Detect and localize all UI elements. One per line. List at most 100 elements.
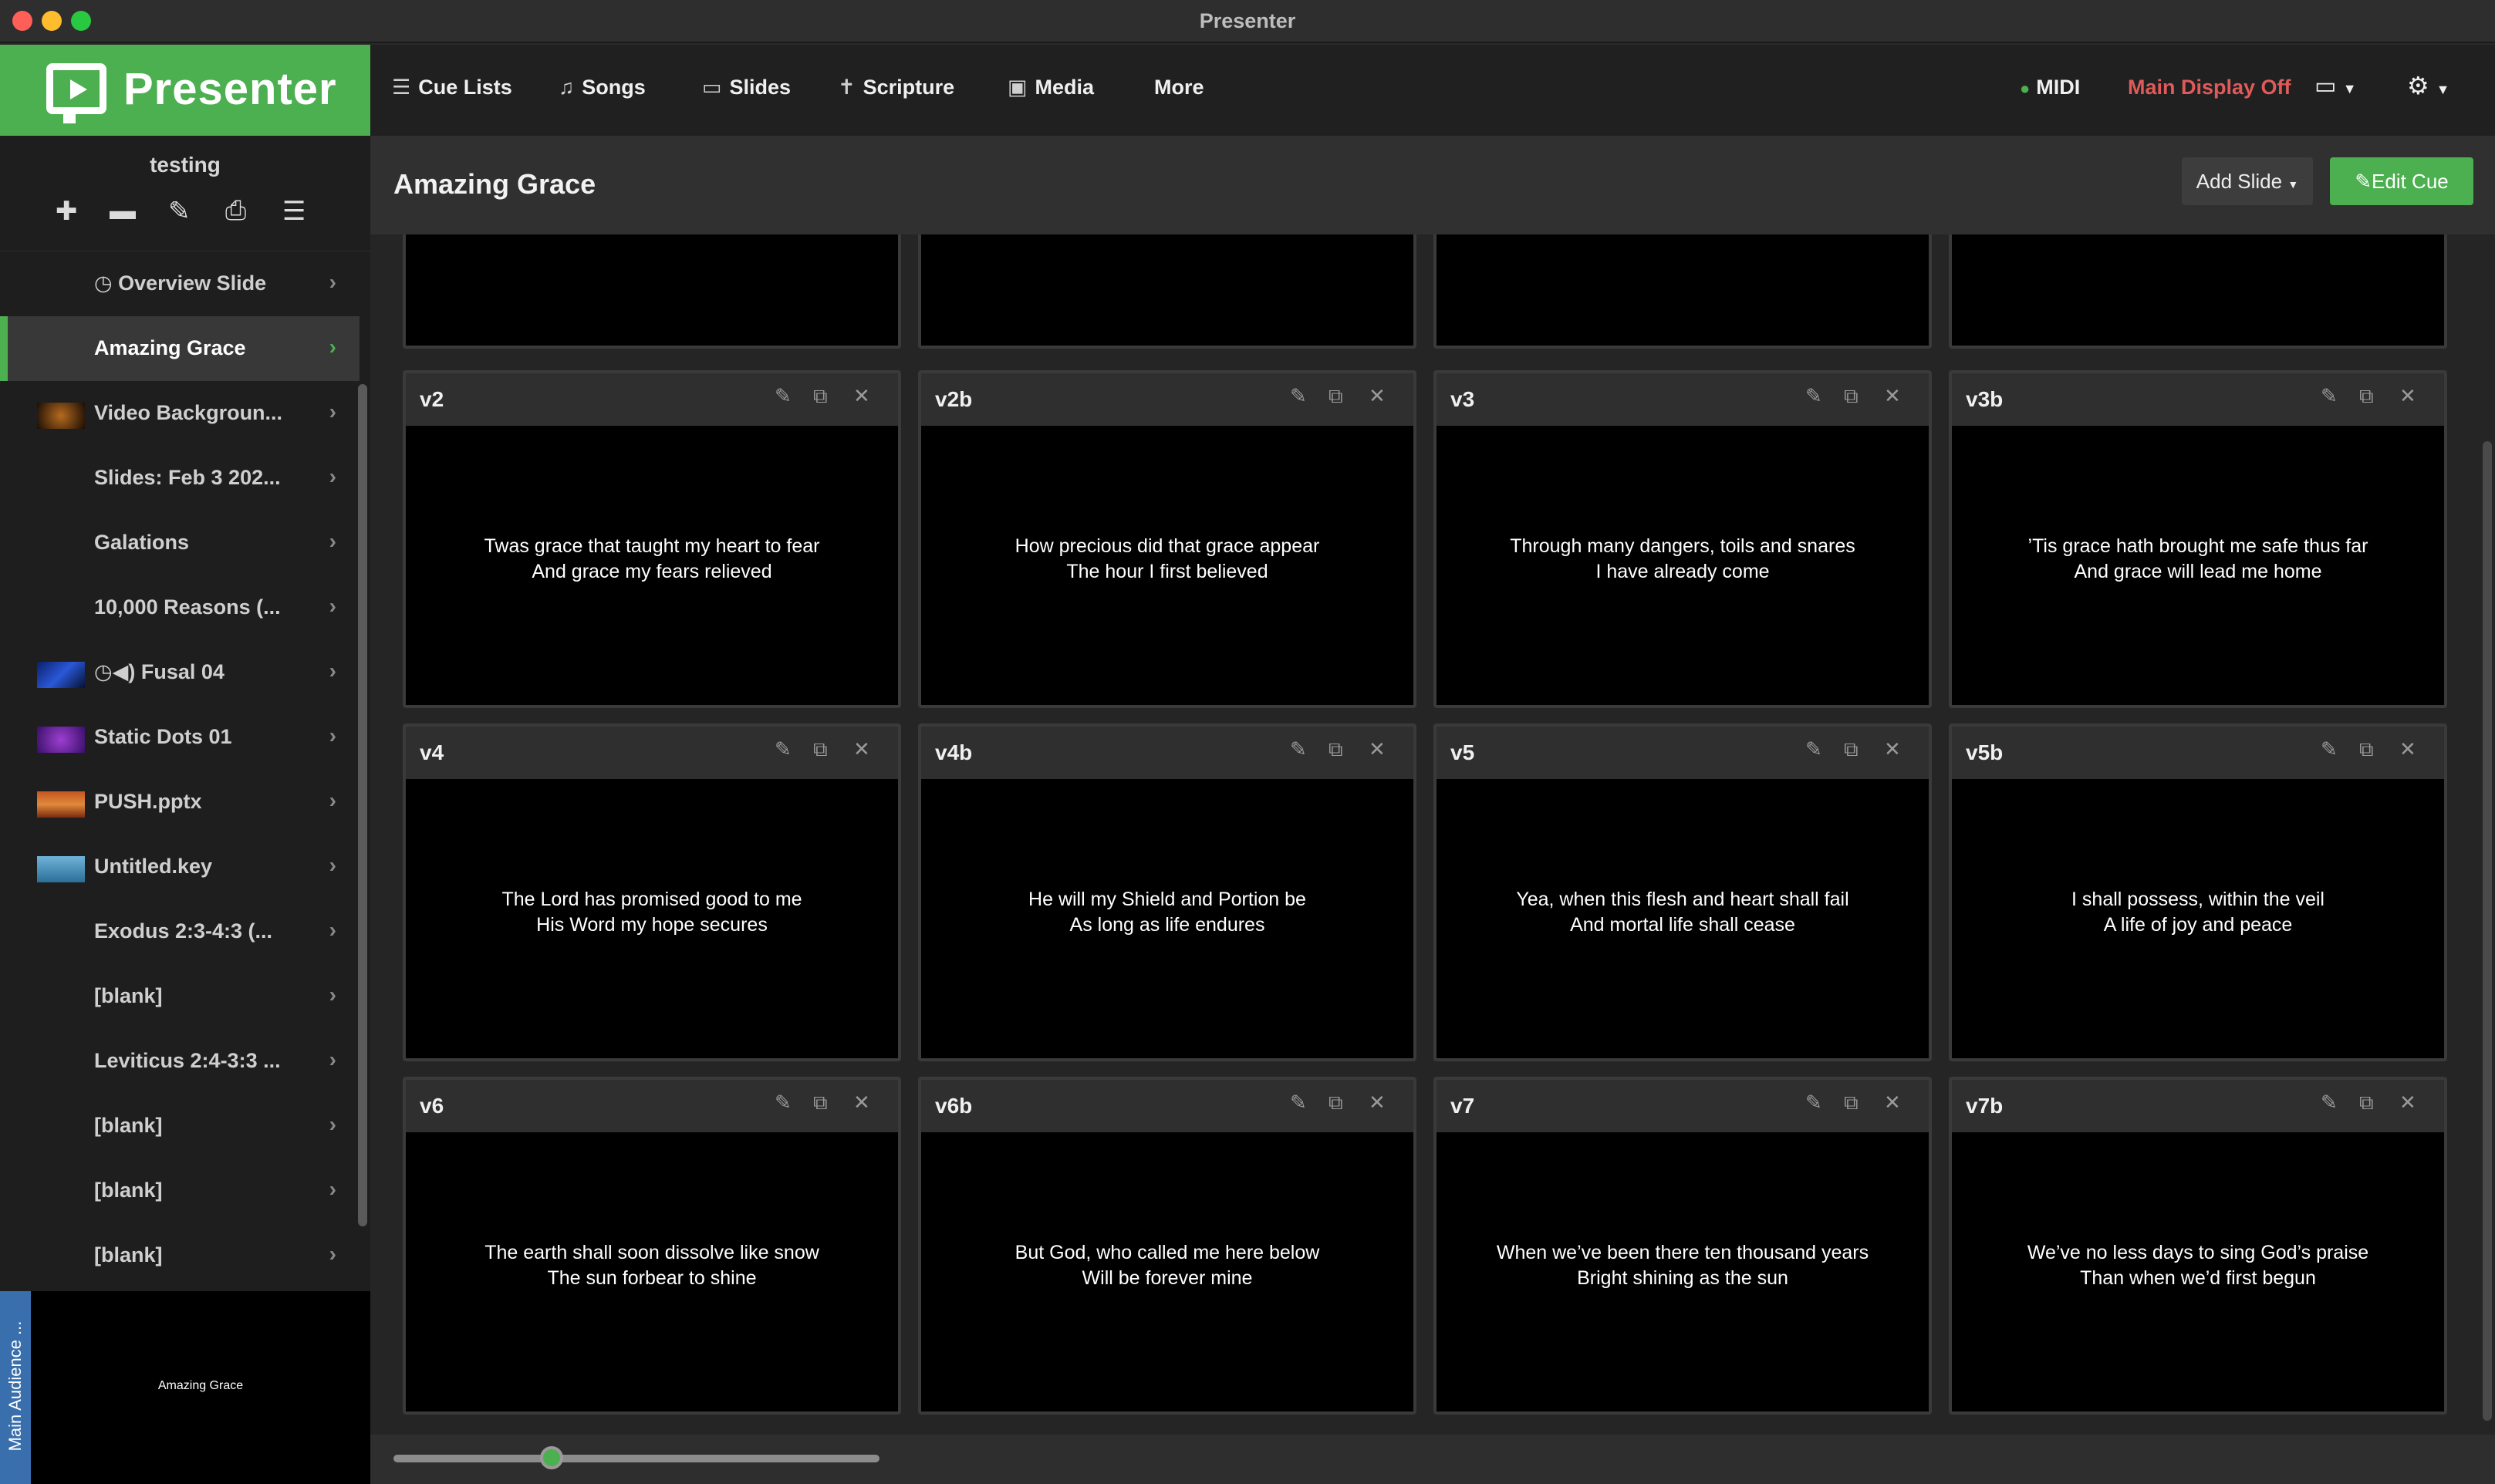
close-icon[interactable]: ✕ xyxy=(1884,384,1901,408)
add-slide-button[interactable]: Add Slide ▼ xyxy=(2182,157,2313,205)
sidebar-item-galations[interactable]: Galations › xyxy=(0,511,360,575)
copy-icon[interactable]: ⧉ xyxy=(2359,384,2374,409)
nav-more[interactable]: More xyxy=(1154,76,1204,99)
slide-card-v6[interactable]: v6 ✎ ⧉ ✕ The earth shall soon dissolve like… xyxy=(403,1077,901,1415)
sidebar-item-amazing-grace[interactable]: Amazing Grace › xyxy=(0,316,360,381)
slide-header: v4b ✎ ⧉ ✕ xyxy=(921,727,1413,779)
sidebar-item-untitled-key[interactable]: Untitled.key › xyxy=(0,835,360,899)
pencil-icon[interactable]: ✎ xyxy=(2321,1091,2338,1115)
pencil-icon[interactable]: ✎ xyxy=(1290,1091,1307,1115)
nav-scripture[interactable]: ✝ Scripture xyxy=(838,76,954,99)
pencil-icon[interactable]: ✎ xyxy=(2321,384,2338,408)
edit-cue-label: Edit Cue xyxy=(2372,170,2449,193)
copy-icon[interactable]: ⧉ xyxy=(1844,737,1859,762)
sidebar-item-label: [blank] xyxy=(94,1243,163,1266)
main-audience-tab[interactable]: Main Audience ... xyxy=(0,1291,31,1484)
close-icon[interactable]: ✕ xyxy=(1884,1091,1901,1115)
copy-icon[interactable]: ⧉ xyxy=(813,737,828,762)
slide-card-v2[interactable]: v2 ✎ ⧉ ✕ Twas grace that taught my heart to… xyxy=(403,370,901,708)
close-icon[interactable]: ✕ xyxy=(853,737,870,761)
sidebar-item-leviticus[interactable]: Leviticus 2:4-3:3 ... › xyxy=(0,1029,360,1094)
slide-card-partial[interactable] xyxy=(1433,234,1932,349)
slide-card-v4[interactable]: v4 ✎ ⧉ ✕ The Lord has promised good to me Hi… xyxy=(403,723,901,1061)
slide-card-v5b[interactable]: v5b ✎ ⧉ ✕ I shall possess, within the veil A… xyxy=(1949,723,2447,1061)
copy-icon[interactable]: ⧉ xyxy=(1329,1091,1343,1115)
slide-card-v3b[interactable]: v3b ✎ ⧉ ✕ ’Tis grace hath brought me safe t… xyxy=(1949,370,2447,708)
sidebar-item-exodus[interactable]: Exodus 2:3-4:3 (... › xyxy=(0,899,360,964)
zoom-slider-handle[interactable] xyxy=(540,1446,563,1469)
display-menu-button[interactable]: ▭ ▼ xyxy=(2314,73,2357,99)
sidebar-item-10000-reasons[interactable]: 10,000 Reasons (... › xyxy=(0,575,360,640)
sidebar-scrollbar[interactable] xyxy=(358,384,367,1226)
slide-card-v5[interactable]: v5 ✎ ⧉ ✕ Yea, when this flesh and heart sha… xyxy=(1433,723,1932,1061)
copy-icon[interactable]: ⧉ xyxy=(2359,737,2374,762)
sidebar-item-blank[interactable]: [blank] › xyxy=(0,1223,360,1288)
slide-card-v6b[interactable]: v6b ✎ ⧉ ✕ But God, who called me here below… xyxy=(918,1077,1416,1415)
pencil-icon[interactable]: ✎ xyxy=(775,737,792,761)
slide-lyrics: He will my Shield and Portion be As long … xyxy=(921,887,1413,938)
close-icon[interactable]: ✕ xyxy=(853,384,870,408)
pencil-icon[interactable]: ✎ xyxy=(775,384,792,408)
slide-card-v7[interactable]: v7 ✎ ⧉ ✕ When we’ve been there ten thousand… xyxy=(1433,1077,1932,1415)
slide-card-partial[interactable] xyxy=(918,234,1416,349)
close-icon[interactable]: ✕ xyxy=(1369,1091,1386,1115)
zoom-slider[interactable] xyxy=(393,1446,879,1469)
copy-icon[interactable]: ⧉ xyxy=(2359,1091,2374,1115)
sidebar-item-push-pptx[interactable]: PUSH.pptx › xyxy=(0,770,360,835)
slide-header: v4 ✎ ⧉ ✕ xyxy=(406,727,898,779)
midi-status[interactable]: ● MIDI xyxy=(2020,76,2080,99)
sidebar-item-blank[interactable]: [blank] › xyxy=(0,1094,360,1159)
sidebar-item-blank[interactable]: [blank] › xyxy=(0,1159,360,1223)
copy-icon[interactable]: ⧉ xyxy=(1844,1091,1859,1115)
copy-icon[interactable]: ⧉ xyxy=(813,384,828,409)
slide-label: v2b xyxy=(935,387,973,411)
nav-cue-lists[interactable]: ☰ Cue Lists xyxy=(392,76,512,99)
audience-preview[interactable]: Main Audience ... Amazing Grace xyxy=(0,1291,370,1484)
top-navigation: ☰ Cue Lists ♫ Songs ▭ Slides ✝ Scripture ▣ Me… xyxy=(370,45,2495,136)
add-icon[interactable]: ✚ xyxy=(56,196,78,227)
close-icon[interactable]: ✕ xyxy=(2399,737,2416,761)
copy-icon[interactable]: ⧉ xyxy=(1844,384,1859,409)
close-icon[interactable]: ✕ xyxy=(1369,737,1386,761)
copy-icon[interactable]: ⧉ xyxy=(813,1091,828,1115)
pencil-icon[interactable]: ✎ xyxy=(1805,737,1822,761)
settings-menu-button[interactable]: ⚙ ▼ xyxy=(2407,71,2449,100)
nav-label: Cue Lists xyxy=(418,76,512,99)
list-view-icon[interactable]: ☰ xyxy=(282,196,306,227)
pencil-icon[interactable]: ✎ xyxy=(168,196,191,227)
print-icon[interactable]: ⎙ xyxy=(225,196,246,226)
slide-grid-scrollbar[interactable] xyxy=(2483,441,2492,1421)
slide-card-v3[interactable]: v3 ✎ ⧉ ✕ Through many dangers, toils and sn… xyxy=(1433,370,1932,708)
sidebar-item-slides-feb[interactable]: Slides: Feb 3 202... › xyxy=(0,446,360,511)
copy-icon[interactable]: ⧉ xyxy=(1329,737,1343,762)
slide-card-partial[interactable] xyxy=(403,234,901,349)
sidebar-item-blank[interactable]: [blank] › xyxy=(0,964,360,1029)
slide-card-v7b[interactable]: v7b ✎ ⧉ ✕ We’ve no less days to sing God’s … xyxy=(1949,1077,2447,1415)
slide-card-v4b[interactable]: v4b ✎ ⧉ ✕ He will my Shield and Portion be A… xyxy=(918,723,1416,1061)
folder-icon[interactable]: ▬ xyxy=(110,196,136,226)
close-icon[interactable]: ✕ xyxy=(2399,384,2416,408)
main-display-toggle[interactable]: Main Display Off xyxy=(2128,76,2291,99)
pencil-icon[interactable]: ✎ xyxy=(775,1091,792,1115)
nav-media[interactable]: ▣ Media xyxy=(1008,76,1094,99)
pencil-icon[interactable]: ✎ xyxy=(1290,737,1307,761)
pencil-icon[interactable]: ✎ xyxy=(1805,384,1822,408)
copy-icon[interactable]: ⧉ xyxy=(1329,384,1343,409)
nav-slides[interactable]: ▭ Slides xyxy=(702,76,791,99)
slide-card-partial[interactable] xyxy=(1949,234,2447,349)
close-icon[interactable]: ✕ xyxy=(853,1091,870,1115)
nav-songs[interactable]: ♫ Songs xyxy=(559,76,646,99)
sidebar-item-video-background[interactable]: Video Backgroun... › xyxy=(0,381,360,446)
chevron-right-icon: › xyxy=(329,1112,336,1136)
sidebar-item-static-dots[interactable]: Static Dots 01 › xyxy=(0,705,360,770)
close-icon[interactable]: ✕ xyxy=(1369,384,1386,408)
sidebar-item-fusal-04[interactable]: ◷◀) Fusal 04 › xyxy=(0,640,360,705)
sidebar-item-overview-slide[interactable]: ◷ Overview Slide › xyxy=(0,251,360,316)
slide-card-v2b[interactable]: v2b ✎ ⧉ ✕ How precious did that grace appea… xyxy=(918,370,1416,708)
pencil-icon[interactable]: ✎ xyxy=(1290,384,1307,408)
close-icon[interactable]: ✕ xyxy=(2399,1091,2416,1115)
pencil-icon[interactable]: ✎ xyxy=(2321,737,2338,761)
close-icon[interactable]: ✕ xyxy=(1884,737,1901,761)
edit-cue-button[interactable]: ✎Edit Cue xyxy=(2330,157,2473,205)
pencil-icon[interactable]: ✎ xyxy=(1805,1091,1822,1115)
